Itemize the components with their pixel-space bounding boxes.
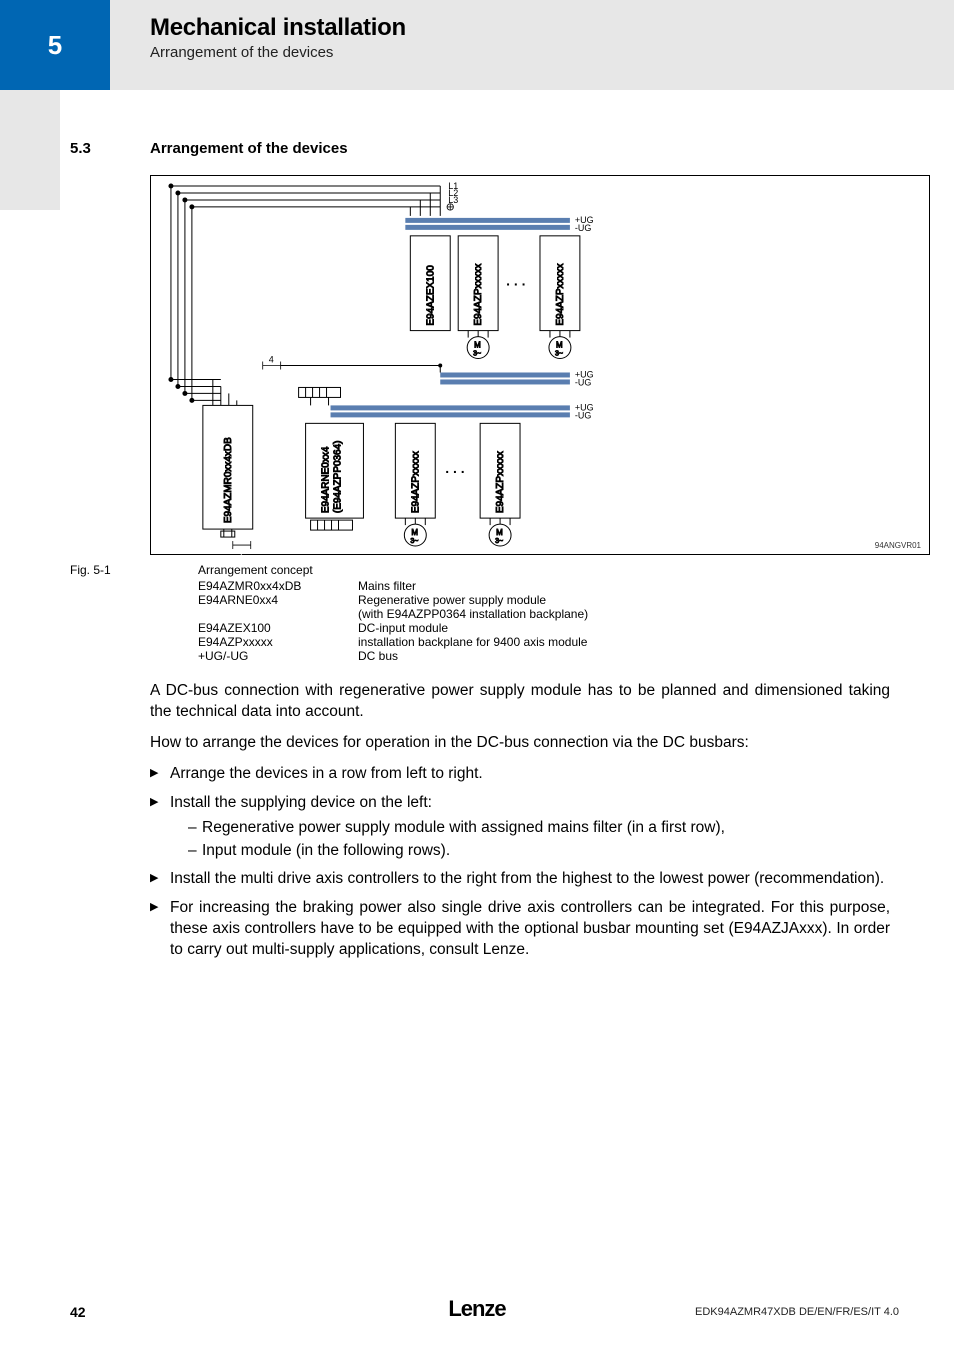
svg-text:3~: 3~ (410, 538, 418, 545)
legend-key: E94AZEX100 (198, 621, 358, 635)
brand-logo: Lenze (448, 1296, 505, 1322)
header-band: 5 Mechanical installation Arrangement of… (0, 0, 954, 90)
page-footer: 42 Lenze EDK94AZMR47XDB DE/EN/FR/ES/IT 4… (0, 1290, 954, 1320)
bullet-item: Install the supplying device on the left… (150, 793, 890, 862)
legend-value: (with E94AZPP0364 installation backplane… (358, 607, 899, 621)
svg-text:15: 15 (211, 537, 221, 547)
legend-key: E94AZPxxxxx (198, 635, 358, 649)
figure-title: Arrangement concept (198, 563, 313, 577)
svg-text:M: M (556, 341, 563, 350)
doc-id-text: EDK94AZMR47XDB DE/EN/FR/ES/IT 4.0 (695, 1306, 899, 1318)
sub-bullet-item: Regenerative power supply module with as… (188, 818, 890, 839)
side-margin-band (0, 90, 60, 210)
svg-text:-UG: -UG (575, 377, 591, 387)
legend-key: +UG/-UG (198, 649, 358, 663)
paragraph-1: A DC-bus connection with regenerative po… (150, 681, 890, 723)
paragraph-2: How to arrange the devices for operation… (150, 733, 890, 754)
svg-text:E94AZPxxxxx: E94AZPxxxxx (555, 264, 566, 326)
chapter-title: Mechanical installation (150, 14, 406, 42)
svg-text:-UG: -UG (575, 410, 591, 420)
svg-text:M: M (474, 341, 481, 350)
svg-text:M: M (411, 528, 418, 537)
legend-value: DC bus (358, 649, 899, 663)
svg-text:-UG: -UG (575, 223, 591, 233)
svg-text:E94AZPxxxxx: E94AZPxxxxx (410, 451, 421, 513)
legend-value: Mains filter (358, 579, 899, 593)
svg-text:. . .: . . . (445, 460, 464, 476)
legend-value: Regenerative power supply module (358, 593, 899, 607)
svg-text:E94ARNE0xx4: E94ARNE0xx4 (321, 446, 332, 513)
svg-text:(E94AZPP0364): (E94AZPP0364) (333, 441, 344, 514)
svg-text:M: M (496, 528, 503, 537)
figure-id-text: 94ANGVR01 (875, 541, 921, 550)
legend-key: E94ARNE0xx4 (198, 593, 358, 607)
svg-text:3~: 3~ (495, 538, 503, 545)
svg-text:. . .: . . . (506, 273, 525, 289)
svg-text:4: 4 (238, 547, 243, 555)
svg-text:3~: 3~ (473, 351, 481, 358)
chapter-subtitle: Arrangement of the devices (150, 44, 406, 61)
sub-bullet-item: Input module (in the following rows). (188, 841, 890, 862)
figure-number: Fig. 5-1 (70, 563, 198, 577)
legend-value: installation backplane for 9400 axis mod… (358, 635, 899, 649)
legend-key: E94AZMR0xx4xDB (198, 579, 358, 593)
page-number: 42 (70, 1304, 86, 1320)
bullet-item: For increasing the braking power also si… (150, 898, 890, 961)
svg-text:E94AZMR0xx4xDB: E94AZMR0xx4xDB (223, 437, 234, 523)
bullet-item: Arrange the devices in a row from left t… (150, 764, 890, 785)
svg-text:E94AZEX100: E94AZEX100 (425, 265, 436, 326)
figure-diagram: L1L2L3 (150, 175, 930, 555)
legend-value: DC-input module (358, 621, 899, 635)
chapter-number-tab: 5 (0, 0, 110, 90)
svg-text:4: 4 (269, 355, 274, 365)
bullet-list: Arrange the devices in a row from left t… (150, 764, 890, 961)
svg-text:3~: 3~ (555, 351, 563, 358)
bullet-item: Install the multi drive axis controllers… (150, 869, 890, 890)
section-number: 5.3 (70, 140, 150, 157)
svg-text:E94AZPxxxxx: E94AZPxxxxx (495, 451, 506, 513)
figure-legend: E94AZMR0xx4xDBMains filter E94ARNE0xx4Re… (198, 579, 899, 663)
section-title: Arrangement of the devices (150, 140, 348, 157)
svg-text:E94AZPxxxxx: E94AZPxxxxx (473, 264, 484, 326)
figure-caption-row: Fig. 5-1 Arrangement concept (70, 563, 899, 577)
